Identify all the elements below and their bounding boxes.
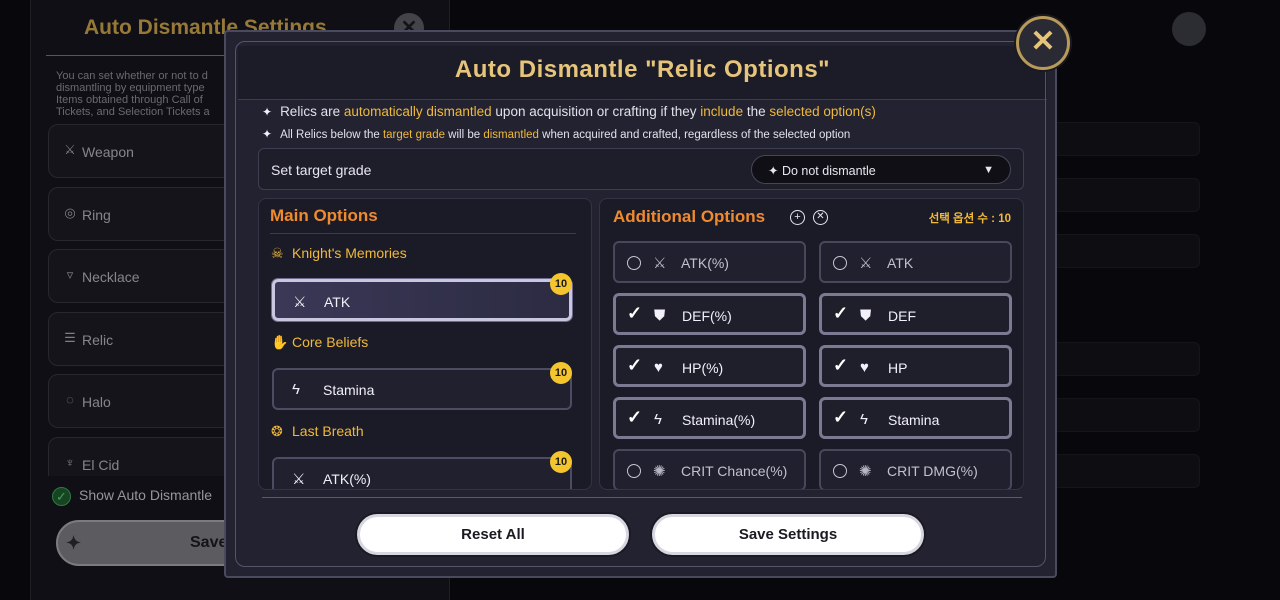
info-highlight: automatically dismantled bbox=[343, 104, 492, 119]
checkmark-icon: ✓ bbox=[627, 355, 643, 375]
option-label: Stamina(%) bbox=[682, 412, 756, 428]
crit-burst-icon: ✺ bbox=[859, 463, 872, 480]
main-options-title: Main Options bbox=[270, 206, 378, 225]
option-label: DEF(%) bbox=[682, 308, 732, 324]
dropdown-arrow-icon: ▼ bbox=[983, 164, 994, 176]
selection-count-badge: 10 bbox=[550, 362, 572, 384]
sparkle-icon: ✦ bbox=[262, 105, 273, 119]
info-line-auto-dismantle: ✦ Relics are automatically dismantled upo… bbox=[262, 104, 876, 119]
close-icon: ✕ bbox=[1030, 25, 1056, 58]
main-option-label: ATK(%) bbox=[323, 471, 371, 487]
hand-icon: ✋ bbox=[271, 334, 289, 350]
unchecked-radio bbox=[627, 256, 641, 270]
lightning-icon: ϟ bbox=[860, 411, 868, 428]
main-options-panel: Main Options ☠ Knight's Memories ⚔ ATK 10… bbox=[258, 198, 592, 490]
option-label: ATK(%) bbox=[681, 255, 729, 271]
footer-divider bbox=[262, 497, 1022, 498]
info-line-target-grade: ✦ All Relics below the target grade will … bbox=[262, 127, 850, 141]
option-stamina[interactable]: ✓ ϟ Stamina bbox=[819, 397, 1012, 439]
info-text: the bbox=[743, 104, 770, 119]
main-option-label: ATK bbox=[324, 294, 351, 310]
sword-icon: ⚔ bbox=[292, 471, 306, 488]
option-label: HP(%) bbox=[682, 360, 724, 376]
section-last-breath: ❂ Last Breath bbox=[271, 423, 364, 440]
main-option-atk[interactable]: ⚔ ATK bbox=[272, 279, 572, 321]
shield-icon: ⛊ bbox=[654, 307, 666, 324]
option-label: HP bbox=[888, 360, 908, 376]
additional-options-panel: Additional Options + ✕ 선택 옵션 수 : 10 ⚔ AT… bbox=[599, 198, 1024, 490]
section-label: Last Breath bbox=[292, 423, 364, 439]
target-grade-value: Do not dismantle bbox=[781, 164, 876, 178]
option-hp[interactable]: ✓ ♥ HP bbox=[819, 345, 1012, 387]
heart-icon: ♥ bbox=[654, 359, 663, 376]
panel-divider bbox=[270, 233, 576, 234]
dialog-title: Auto Dismantle "Relic Options" bbox=[454, 56, 831, 83]
crit-burst-icon: ✺ bbox=[653, 463, 666, 480]
sword-icon: ⚔ bbox=[653, 255, 667, 272]
option-label: CRIT Chance(%) bbox=[681, 463, 788, 479]
option-def[interactable]: ✓ ⛊ DEF bbox=[819, 293, 1012, 335]
select-all-icon[interactable]: + bbox=[790, 210, 805, 225]
target-grade-row: Set target grade ✦ Do not dismantle ▼ bbox=[258, 148, 1024, 190]
info-text: when acquired and crafted, regardless of… bbox=[538, 129, 851, 141]
checkmark-icon: ✓ bbox=[627, 407, 643, 427]
heart-icon: ♥ bbox=[860, 359, 869, 376]
grade-icon: ✦ bbox=[768, 164, 782, 178]
checkmark-icon: ✓ bbox=[833, 407, 849, 427]
target-grade-label: Set target grade bbox=[271, 162, 372, 178]
selection-count-badge: 10 bbox=[550, 451, 572, 473]
main-option-label: Stamina bbox=[323, 382, 375, 398]
unchecked-radio bbox=[833, 256, 847, 270]
dialog-close-button[interactable]: ✕ bbox=[1016, 16, 1070, 70]
sword-icon: ⚔ bbox=[859, 255, 873, 272]
checkmark-icon: ✓ bbox=[833, 355, 849, 375]
option-label: ATK bbox=[887, 255, 914, 271]
sparkle-icon: ✦ bbox=[262, 127, 273, 141]
sword-icon: ⚔ bbox=[293, 294, 307, 311]
option-hp-percent[interactable]: ✓ ♥ HP(%) bbox=[613, 345, 806, 387]
skull-icon: ☠ bbox=[271, 245, 284, 261]
option-crit-dmg-percent[interactable]: ✺ CRIT DMG(%) bbox=[819, 449, 1012, 489]
info-highlight: dismantled bbox=[483, 129, 539, 141]
section-knights-memories: ☠ Knight's Memories bbox=[271, 245, 407, 262]
info-highlight: selected option(s) bbox=[769, 104, 876, 119]
unchecked-radio bbox=[627, 464, 641, 478]
target-grade-dropdown[interactable]: ✦ Do not dismantle ▼ bbox=[751, 155, 1011, 184]
option-label: CRIT DMG(%) bbox=[887, 463, 978, 479]
section-core-beliefs: ✋ Core Beliefs bbox=[271, 334, 368, 351]
info-text: upon acquisition or crafting if they bbox=[491, 104, 701, 119]
option-atk[interactable]: ⚔ ATK bbox=[819, 241, 1012, 283]
additional-options-title: Additional Options bbox=[613, 207, 766, 226]
info-text: will be bbox=[444, 129, 484, 141]
info-highlight: target grade bbox=[382, 129, 445, 141]
main-option-stamina[interactable]: ϟ Stamina bbox=[272, 368, 572, 410]
info-text: All Relics below the bbox=[280, 129, 383, 141]
section-label: Core Beliefs bbox=[292, 334, 369, 350]
checkmark-icon: ✓ bbox=[833, 303, 849, 323]
option-label: Stamina bbox=[888, 412, 940, 428]
section-label: Knight's Memories bbox=[292, 245, 407, 261]
selection-count-badge: 10 bbox=[550, 273, 572, 295]
option-label: DEF bbox=[888, 308, 916, 324]
option-stamina-percent[interactable]: ✓ ϟ Stamina(%) bbox=[613, 397, 806, 439]
info-highlight: include bbox=[700, 104, 744, 119]
info-text: Relics are bbox=[280, 104, 344, 119]
checkmark-icon: ✓ bbox=[627, 303, 643, 323]
reset-all-button[interactable]: Reset All bbox=[357, 514, 629, 555]
selected-option-count: 선택 옵션 수 : 10 bbox=[928, 213, 1011, 225]
emblem-icon: ❂ bbox=[271, 423, 283, 439]
screen: Auto Dismantle Settings ✕ You can set wh… bbox=[0, 0, 1280, 600]
main-option-atk-percent[interactable]: ⚔ ATK(%) bbox=[272, 457, 572, 489]
option-crit-chance-percent[interactable]: ✺ CRIT Chance(%) bbox=[613, 449, 806, 489]
lightning-icon: ϟ bbox=[292, 381, 300, 398]
option-atk-percent[interactable]: ⚔ ATK(%) bbox=[613, 241, 806, 283]
unchecked-radio bbox=[833, 464, 847, 478]
clear-all-icon[interactable]: ✕ bbox=[813, 210, 828, 225]
option-def-percent[interactable]: ✓ ⛊ DEF(%) bbox=[613, 293, 806, 335]
shield-icon: ⛊ bbox=[860, 307, 872, 324]
save-settings-button[interactable]: Save Settings bbox=[652, 514, 924, 555]
lightning-icon: ϟ bbox=[654, 411, 662, 428]
